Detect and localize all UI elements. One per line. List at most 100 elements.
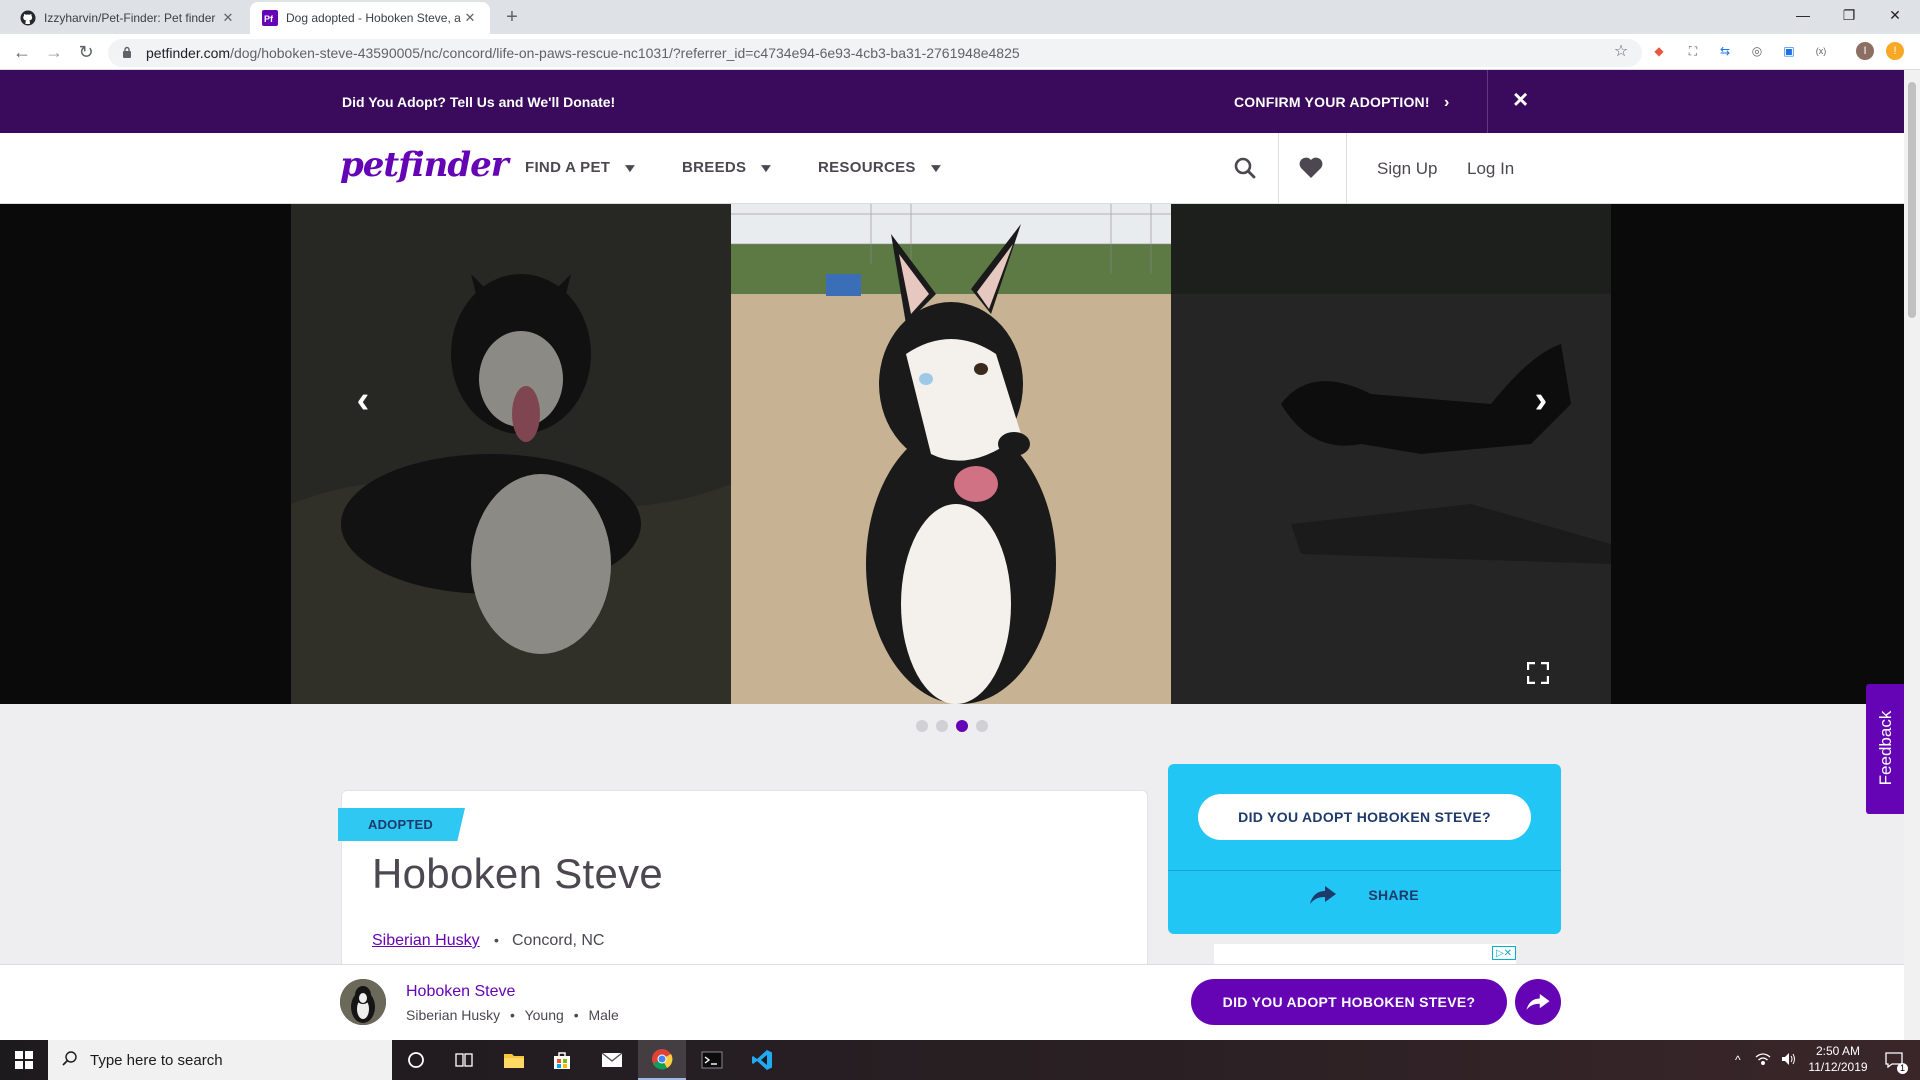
close-banner-icon[interactable]: × (1513, 86, 1528, 112)
sticky-age: Young (524, 1007, 564, 1023)
nav-label: BREEDS (682, 159, 747, 176)
sticky-pet-name[interactable]: Hoboken Steve (406, 983, 515, 1001)
vscode-icon[interactable] (738, 1040, 786, 1080)
volume-icon[interactable] (1781, 1052, 1797, 1069)
carousel-dots (916, 720, 988, 732)
forward-icon[interactable]: → (42, 40, 66, 64)
github-icon (20, 10, 36, 26)
bookmark-star-icon[interactable]: ☆ (1612, 42, 1630, 60)
photo-dim-overlay (291, 204, 731, 704)
browser-tabstrip: Izzyharvin/Pet-Finder: Pet finder ✕ Pf D… (0, 0, 1920, 34)
browser-tab-github[interactable]: Izzyharvin/Pet-Finder: Pet finder ✕ (8, 2, 248, 34)
pet-photo-current[interactable] (731, 204, 1171, 704)
file-explorer-icon[interactable] (490, 1040, 538, 1080)
nav-find-a-pet[interactable]: FIND A PET ▼ (525, 159, 639, 176)
browser-toolbar: ← → ↻ petfinder.com/dog/hoboken-steve-43… (0, 34, 1920, 70)
profile-avatar[interactable]: I (1856, 42, 1874, 60)
sticky-pet-meta: Siberian Husky • Young • Male (406, 1007, 619, 1023)
photo-carousel: ‹ › (0, 204, 1904, 704)
carousel-dot[interactable] (976, 720, 988, 732)
clock-time: 2:50 AM (1815, 1044, 1861, 1058)
search-icon[interactable] (1230, 153, 1260, 183)
task-view-icon[interactable] (440, 1040, 488, 1080)
tab-title: Izzyharvin/Pet-Finder: Pet finder (44, 11, 216, 25)
ad-choices-icon[interactable]: ▷✕ (1492, 946, 1516, 960)
notification-center-icon[interactable]: 1 (1872, 1040, 1916, 1080)
extension-icon[interactable]: ⇆ (1716, 42, 1734, 60)
sign-up-link[interactable]: Sign Up (1377, 159, 1437, 179)
fullscreen-icon[interactable] (1526, 661, 1550, 685)
tab-title: Dog adopted - Hoboken Steve, a (286, 11, 461, 25)
sticky-did-you-adopt-button[interactable]: DID YOU ADOPT HOBOKEN STEVE? (1191, 979, 1507, 1025)
sticky-share-button[interactable] (1515, 979, 1561, 1025)
heart-icon[interactable] (1296, 153, 1326, 183)
reload-icon[interactable]: ↻ (74, 40, 98, 64)
pet-photo-previous[interactable] (291, 204, 731, 704)
sticky-sex: Male (588, 1007, 619, 1023)
chevron-right-icon: › (1444, 94, 1450, 111)
extension-icon[interactable]: ◎ (1748, 42, 1766, 60)
confirm-adoption-link[interactable]: CONFIRM YOUR ADOPTION! (1234, 94, 1430, 110)
taskbar-clock[interactable]: 2:50 AM 11/12/2019 (1796, 1043, 1880, 1075)
petfinder-icon: Pf (262, 10, 278, 26)
chrome-icon[interactable] (638, 1040, 686, 1080)
network-icon[interactable] (1755, 1052, 1771, 1069)
nav-breeds[interactable]: BREEDS ▼ (682, 159, 775, 176)
banner-divider (1487, 70, 1488, 133)
adopted-status-badge: ADOPTED (338, 808, 465, 841)
carousel-dot[interactable] (956, 720, 968, 732)
new-tab-button[interactable]: + (500, 6, 524, 30)
log-in-link[interactable]: Log In (1467, 159, 1514, 179)
search-icon (62, 1050, 78, 1070)
store-icon[interactable] (538, 1040, 586, 1080)
header-divider (1278, 133, 1279, 204)
banner-message: Did You Adopt? Tell Us and We'll Donate! (342, 94, 616, 110)
pet-location: Concord, NC (512, 932, 605, 949)
sidebox-divider (1168, 870, 1561, 871)
carousel-dot[interactable] (916, 720, 928, 732)
back-icon[interactable]: ← (10, 40, 34, 64)
extension-icon[interactable]: (x) (1812, 42, 1830, 60)
extension-icon[interactable]: ◆ (1650, 42, 1668, 60)
close-tab-icon[interactable]: ✕ (462, 10, 478, 26)
feedback-tab[interactable]: Feedback (1866, 684, 1904, 814)
chevron-left-icon[interactable]: ‹ (343, 380, 383, 420)
terminal-icon[interactable] (688, 1040, 736, 1080)
close-window-icon[interactable]: ✕ (1872, 0, 1918, 30)
petfinder-logo[interactable]: petfinder (340, 145, 509, 185)
carousel-dot[interactable] (936, 720, 948, 732)
ad-slot: ▷✕ (1214, 944, 1516, 964)
url-path: /dog/hoboken-steve-43590005/nc/concord/l… (230, 45, 1020, 61)
windows-start-icon[interactable] (0, 1040, 48, 1080)
close-tab-icon[interactable]: ✕ (220, 10, 236, 26)
sticky-breed: Siberian Husky (406, 1007, 501, 1023)
pet-photo-next[interactable] (1171, 204, 1611, 704)
meta-separator: • (510, 1007, 515, 1023)
cortana-icon[interactable] (392, 1040, 440, 1080)
extension-icon[interactable]: ▣ (1780, 42, 1798, 60)
header-divider (1346, 133, 1347, 204)
breed-link[interactable]: Siberian Husky (372, 932, 480, 950)
windows-taskbar: Type here to search ^ 2:50 AM 11/12/2019 (0, 1040, 1920, 1080)
browser-tab-petfinder[interactable]: Pf Dog adopted - Hoboken Steve, a ✕ (250, 2, 490, 34)
minimize-icon[interactable]: — (1780, 0, 1826, 30)
address-bar[interactable]: petfinder.com/dog/hoboken-steve-43590005… (108, 39, 1642, 67)
lock-icon (122, 46, 136, 61)
did-you-adopt-button[interactable]: DID YOU ADOPT HOBOKEN STEVE? (1198, 794, 1531, 840)
page-scrollbar[interactable] (1904, 70, 1920, 1040)
screenshot-icon[interactable]: ⛶ (1684, 42, 1702, 60)
taskbar-search-box[interactable]: Type here to search (48, 1040, 392, 1080)
share-arrow-icon (1526, 994, 1550, 1010)
update-icon[interactable]: ! (1886, 42, 1904, 60)
share-label: SHARE (1368, 887, 1419, 904)
nav-resources[interactable]: RESOURCES ▼ (818, 159, 944, 176)
meta-separator: • (573, 1007, 579, 1023)
mail-icon[interactable] (588, 1040, 636, 1080)
svg-text:Pf: Pf (264, 14, 274, 24)
scrollbar-thumb[interactable] (1908, 82, 1916, 318)
chevron-up-icon[interactable]: ^ (1735, 1053, 1741, 1067)
chevron-right-icon[interactable]: › (1521, 380, 1561, 420)
chevron-down-icon: ▼ (621, 160, 639, 175)
restore-icon[interactable]: ❐ (1826, 0, 1872, 30)
share-button[interactable]: SHARE (1168, 886, 1561, 907)
